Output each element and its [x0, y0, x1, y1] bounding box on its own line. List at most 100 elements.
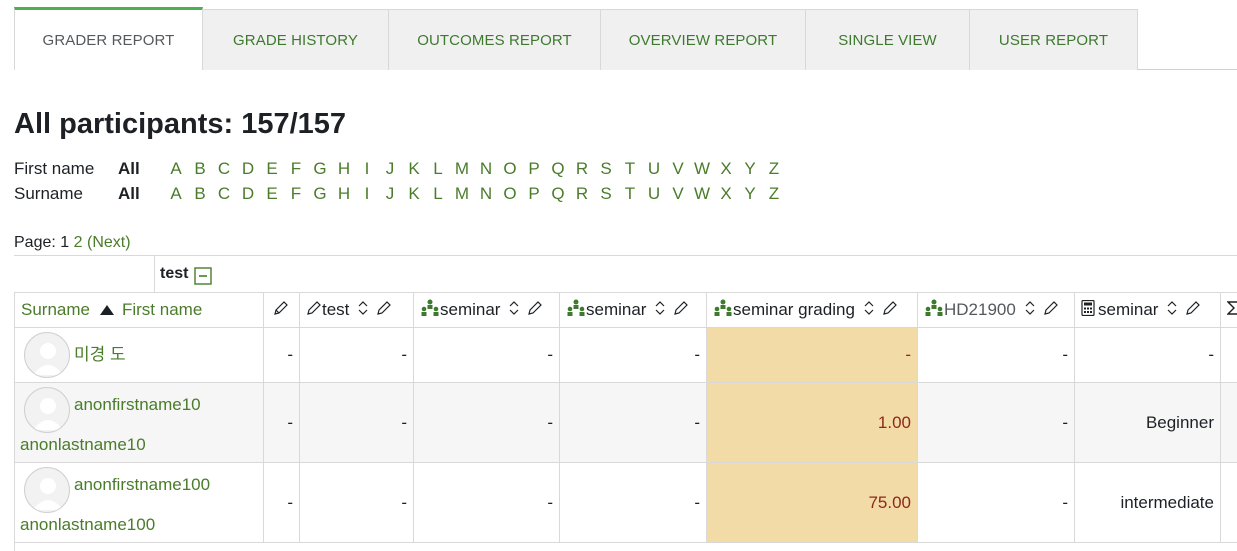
paging-page-2[interactable]: 2: [74, 234, 83, 251]
firstname-letter-o[interactable]: O: [498, 159, 522, 179]
surname-letter-z[interactable]: Z: [762, 184, 786, 204]
sort-toggle-icon[interactable]: [1167, 300, 1177, 321]
user-name-second-line[interactable]: anonlastname100: [20, 515, 155, 535]
edit-pencil-icon[interactable]: [882, 300, 898, 321]
item-name[interactable]: seminar: [586, 300, 646, 320]
user-name-first-line[interactable]: anonfirstname100: [74, 475, 210, 495]
sort-firstname[interactable]: First name: [122, 300, 202, 320]
surname-letter-m[interactable]: M: [450, 184, 474, 204]
tab-single-view[interactable]: SINGLE VIEW: [805, 9, 970, 70]
grade-cell[interactable]: -: [414, 463, 560, 543]
item-name[interactable]: HD21900: [944, 300, 1016, 320]
edit-pencil-icon[interactable]: [1043, 300, 1059, 321]
grade-cell[interactable]: -: [560, 463, 707, 543]
firstname-letter-i[interactable]: I: [356, 159, 378, 179]
firstname-letter-x[interactable]: X: [714, 159, 738, 179]
firstname-letter-n[interactable]: N: [474, 159, 498, 179]
firstname-letter-z[interactable]: Z: [762, 159, 786, 179]
surname-letter-t[interactable]: T: [618, 184, 642, 204]
item-name[interactable]: seminar: [1098, 300, 1158, 320]
firstname-letter-j[interactable]: J: [378, 159, 402, 179]
surname-letter-j[interactable]: J: [378, 184, 402, 204]
firstname-letter-t[interactable]: T: [618, 159, 642, 179]
tab-user-report[interactable]: USER REPORT: [969, 9, 1138, 70]
item-name[interactable]: seminar grading: [733, 300, 855, 320]
item-name[interactable]: test: [322, 300, 349, 320]
surname-letter-v[interactable]: V: [666, 184, 690, 204]
firstname-all[interactable]: All: [118, 159, 164, 179]
surname-letter-s[interactable]: S: [594, 184, 618, 204]
grade-cell[interactable]: -: [918, 328, 1075, 383]
edit-pencil-icon[interactable]: [527, 300, 543, 321]
grade-cell[interactable]: -: [414, 328, 560, 383]
surname-letter-r[interactable]: R: [570, 184, 594, 204]
grade-cell[interactable]: -: [264, 463, 300, 543]
surname-letter-d[interactable]: D: [236, 184, 260, 204]
grade-cell[interactable]: -: [300, 463, 414, 543]
sort-toggle-icon[interactable]: [509, 300, 519, 321]
surname-all[interactable]: All: [118, 184, 164, 204]
firstname-letter-v[interactable]: V: [666, 159, 690, 179]
grade-cell[interactable]: -: [300, 328, 414, 383]
firstname-letter-f[interactable]: F: [284, 159, 308, 179]
edit-pencil-icon[interactable]: [273, 300, 289, 321]
firstname-letter-c[interactable]: C: [212, 159, 236, 179]
grade-cell[interactable]: -: [264, 383, 300, 463]
grade-cell[interactable]: -: [414, 383, 560, 463]
user-avatar-icon[interactable]: [24, 467, 70, 513]
surname-letter-f[interactable]: F: [284, 184, 308, 204]
sort-toggle-icon[interactable]: [655, 300, 665, 321]
firstname-letter-y[interactable]: Y: [738, 159, 762, 179]
tab-grader-report[interactable]: GRADER REPORT: [14, 7, 203, 70]
surname-letter-n[interactable]: N: [474, 184, 498, 204]
firstname-letter-a[interactable]: A: [164, 159, 188, 179]
user-avatar-icon[interactable]: [24, 387, 70, 433]
item-name[interactable]: seminar: [440, 300, 500, 320]
grade-cell[interactable]: 1.00: [707, 383, 918, 463]
edit-pencil-icon[interactable]: [1185, 300, 1201, 321]
firstname-letter-h[interactable]: H: [332, 159, 356, 179]
firstname-letter-u[interactable]: U: [642, 159, 666, 179]
surname-letter-u[interactable]: U: [642, 184, 666, 204]
firstname-letter-d[interactable]: D: [236, 159, 260, 179]
collapse-minus-icon[interactable]: [194, 267, 212, 290]
sort-toggle-icon[interactable]: [358, 300, 368, 321]
paging-next[interactable]: (Next): [87, 234, 131, 251]
grade-cell[interactable]: -: [918, 383, 1075, 463]
firstname-letter-p[interactable]: P: [522, 159, 546, 179]
surname-letter-e[interactable]: E: [260, 184, 284, 204]
firstname-letter-r[interactable]: R: [570, 159, 594, 179]
surname-letter-o[interactable]: O: [498, 184, 522, 204]
firstname-letter-k[interactable]: K: [402, 159, 426, 179]
grade-cell[interactable]: -: [707, 328, 918, 383]
surname-letter-y[interactable]: Y: [738, 184, 762, 204]
grade-cell[interactable]: -: [560, 328, 707, 383]
firstname-letter-g[interactable]: G: [308, 159, 332, 179]
firstname-letter-s[interactable]: S: [594, 159, 618, 179]
surname-letter-x[interactable]: X: [714, 184, 738, 204]
firstname-letter-b[interactable]: B: [188, 159, 212, 179]
sort-ascending-icon[interactable]: [99, 300, 114, 320]
tab-overview-report[interactable]: OVERVIEW REPORT: [600, 9, 806, 70]
surname-letter-w[interactable]: W: [690, 184, 714, 204]
surname-letter-b[interactable]: B: [188, 184, 212, 204]
sort-surname[interactable]: Surname: [21, 300, 90, 320]
surname-letter-h[interactable]: H: [332, 184, 356, 204]
grade-cell[interactable]: -: [560, 383, 707, 463]
tab-grade-history[interactable]: GRADE HISTORY: [202, 9, 389, 70]
edit-pencil-icon[interactable]: [673, 300, 689, 321]
grade-cell[interactable]: 75.00: [707, 463, 918, 543]
firstname-letter-l[interactable]: L: [426, 159, 450, 179]
surname-letter-p[interactable]: P: [522, 184, 546, 204]
surname-letter-a[interactable]: A: [164, 184, 188, 204]
tab-outcomes-report[interactable]: OUTCOMES REPORT: [388, 9, 601, 70]
firstname-letter-e[interactable]: E: [260, 159, 284, 179]
sort-toggle-icon[interactable]: [864, 300, 874, 321]
surname-letter-i[interactable]: I: [356, 184, 378, 204]
grade-cell[interactable]: Beginner: [1075, 383, 1221, 463]
surname-letter-l[interactable]: L: [426, 184, 450, 204]
firstname-letter-w[interactable]: W: [690, 159, 714, 179]
firstname-letter-m[interactable]: M: [450, 159, 474, 179]
user-name-first-line[interactable]: anonfirstname10: [74, 395, 201, 415]
edit-pencil-icon[interactable]: [376, 300, 392, 321]
